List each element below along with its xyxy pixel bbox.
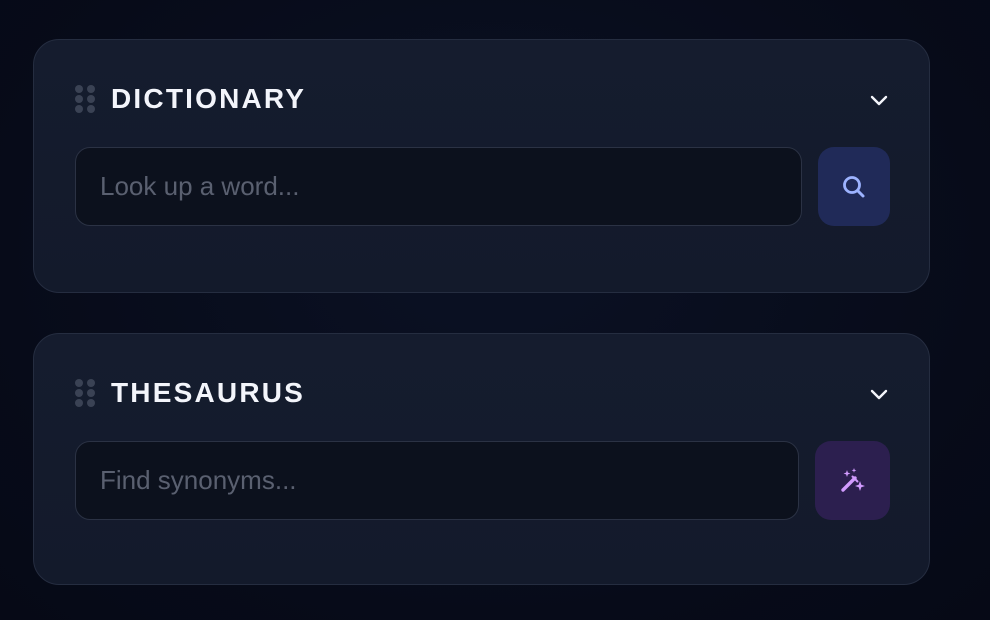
chevron-down-icon[interactable]	[867, 382, 891, 406]
thesaurus-title: THESAURUS	[111, 377, 306, 408]
thesaurus-search-input[interactable]	[75, 441, 799, 520]
chevron-down-icon[interactable]	[867, 88, 891, 112]
drag-handle-icon[interactable]	[74, 84, 96, 114]
dictionary-search-button[interactable]	[818, 147, 890, 226]
drag-handle-icon[interactable]	[74, 378, 96, 408]
thesaurus-panel: THESAURUS	[33, 333, 930, 585]
thesaurus-find-button[interactable]	[815, 441, 890, 520]
magic-wand-icon	[838, 466, 868, 496]
dictionary-panel: DICTIONARY	[33, 39, 930, 293]
dictionary-search-input[interactable]	[75, 147, 802, 226]
dictionary-title: DICTIONARY	[111, 83, 307, 114]
search-icon	[840, 173, 868, 201]
